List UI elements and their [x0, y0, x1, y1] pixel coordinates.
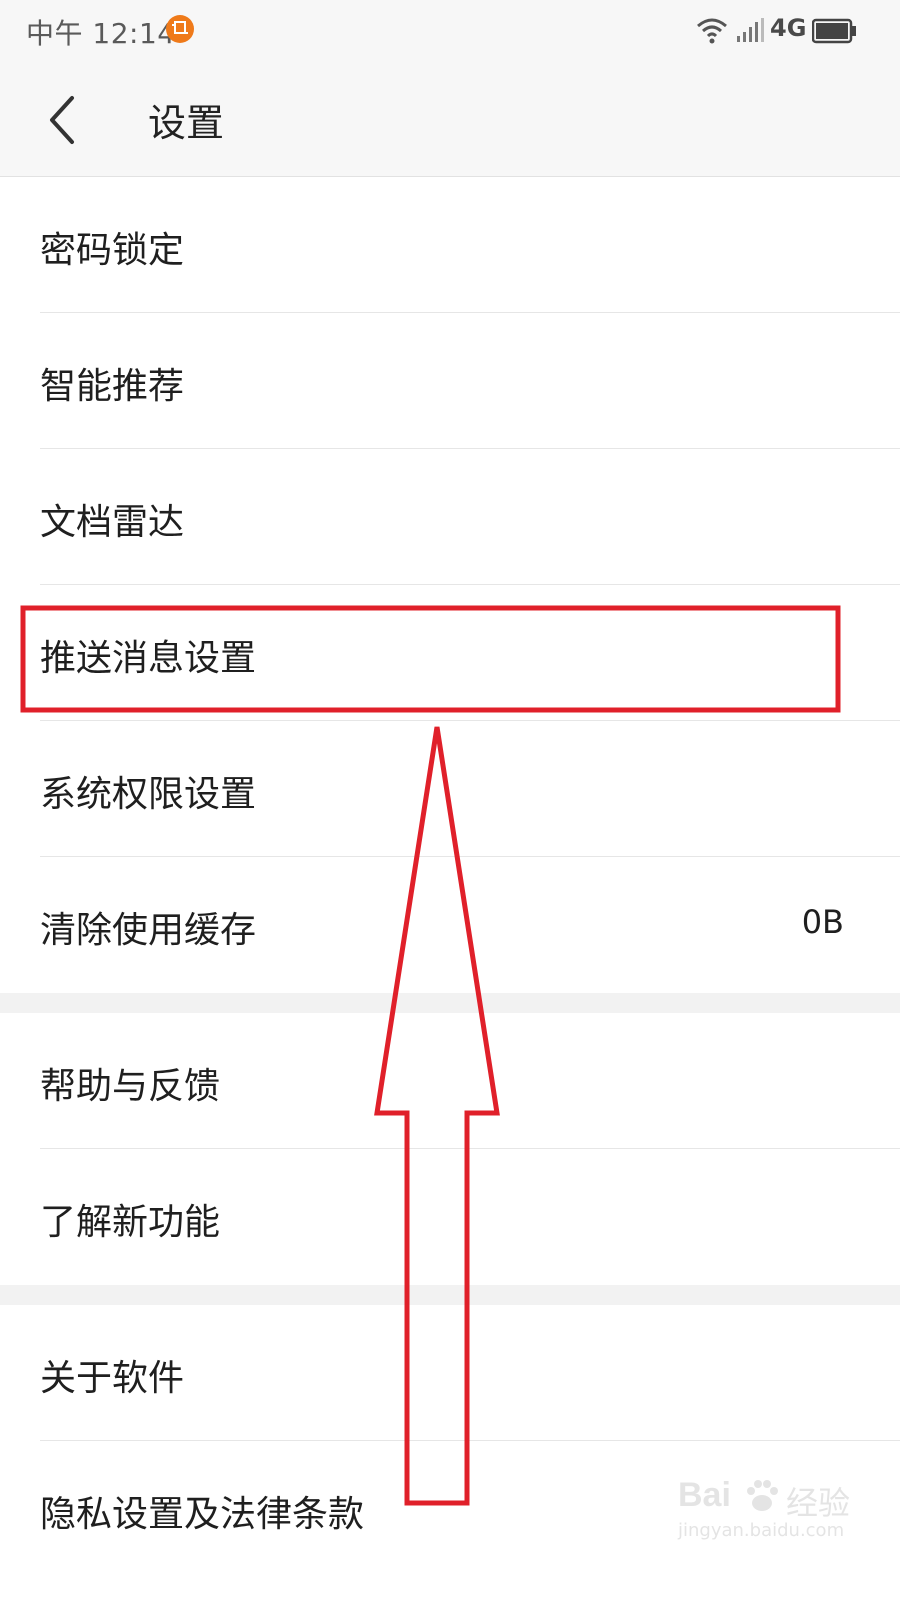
- setting-smart-recommend[interactable]: 智能推荐: [0, 313, 900, 449]
- setting-label: 文档雷达: [40, 502, 185, 543]
- baidu-watermark: Bai 经验 jingyan.baidu.com: [676, 1470, 856, 1550]
- signal-icon: [737, 18, 764, 42]
- setting-password-lock[interactable]: 密码锁定: [0, 177, 900, 313]
- app-notification-icon: [166, 15, 194, 43]
- setting-about[interactable]: 关于软件: [0, 1305, 900, 1441]
- setting-label: 智能推荐: [40, 366, 185, 407]
- setting-push-notifications[interactable]: 推送消息设置: [0, 585, 900, 721]
- section-gap: [0, 1285, 900, 1305]
- watermark-brand-cn: 经验: [786, 1484, 851, 1522]
- setting-label: 了解新功能: [40, 1202, 221, 1243]
- watermark-url: jingyan.baidu.com: [678, 1520, 845, 1541]
- watermark-brand: Bai: [678, 1476, 731, 1514]
- setting-label: 密码锁定: [40, 230, 185, 271]
- battery-icon: [812, 18, 856, 44]
- settings-list: 密码锁定 智能推荐 文档雷达 推送消息设置 系统权限设置 清除使用缓存 0B 帮…: [0, 177, 900, 1577]
- status-bar: 中午 12:14 4G: [0, 0, 900, 62]
- setting-label: 系统权限设置: [40, 774, 257, 815]
- setting-label: 帮助与反馈: [40, 1066, 221, 1107]
- setting-system-permissions[interactable]: 系统权限设置: [0, 721, 900, 857]
- network-type: 4G: [770, 14, 807, 42]
- status-time: 中午 12:14: [26, 17, 176, 50]
- setting-label: 推送消息设置: [40, 638, 257, 679]
- setting-new-features[interactable]: 了解新功能: [0, 1149, 900, 1285]
- setting-label: 清除使用缓存: [40, 910, 257, 951]
- wifi-icon: [697, 18, 727, 44]
- cache-size-value: 0B: [801, 903, 844, 941]
- section-gap: [0, 993, 900, 1013]
- paw-icon: [747, 1480, 778, 1511]
- setting-document-radar[interactable]: 文档雷达: [0, 449, 900, 585]
- setting-help-feedback[interactable]: 帮助与反馈: [0, 1013, 900, 1149]
- setting-label: 隐私设置及法律条款: [40, 1494, 365, 1535]
- chevron-left-icon: [50, 96, 74, 144]
- setting-clear-cache[interactable]: 清除使用缓存 0B: [0, 857, 900, 993]
- setting-label: 关于软件: [40, 1358, 185, 1399]
- nav-bar: 设置: [0, 62, 900, 177]
- back-button[interactable]: [34, 90, 94, 150]
- page-title: 设置: [148, 101, 225, 145]
